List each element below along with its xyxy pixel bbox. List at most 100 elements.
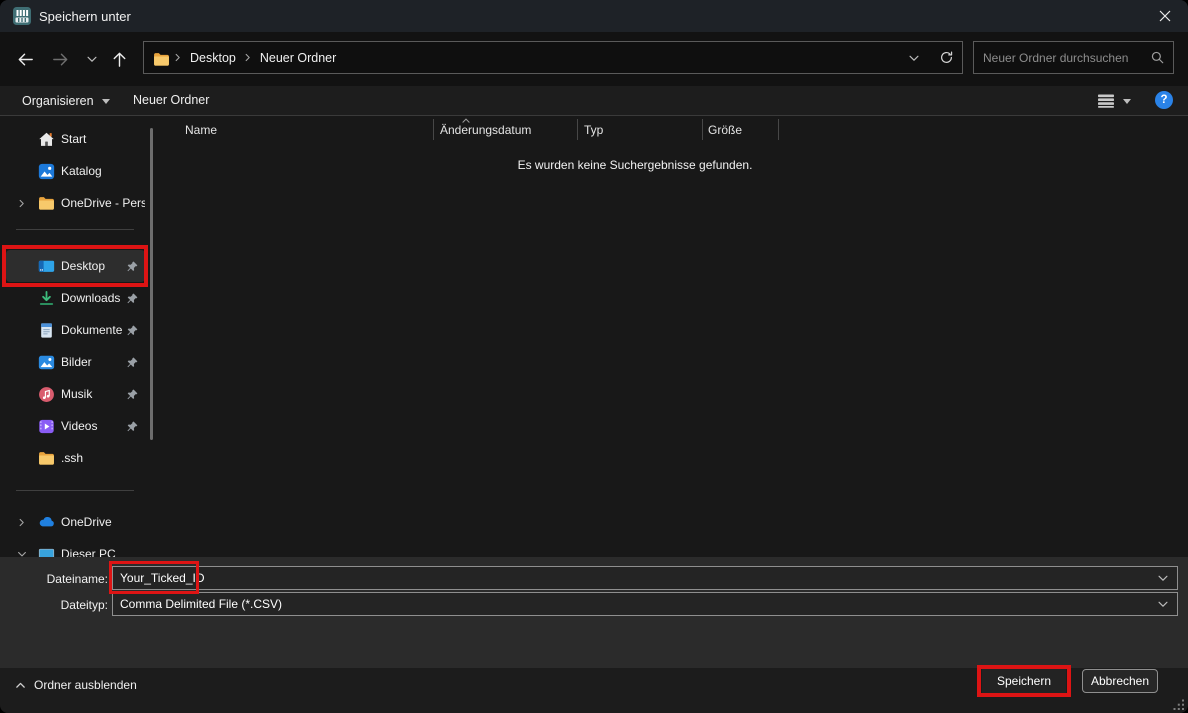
recent-locations-button[interactable] (81, 48, 103, 70)
column-header-name[interactable]: Name (185, 123, 217, 137)
chevron-down-icon[interactable] (1156, 571, 1170, 585)
chevron-spacer (16, 387, 38, 401)
details-view-icon (1096, 93, 1116, 109)
chevron-right-icon[interactable] (16, 515, 38, 529)
navigation-bar: Desktop Neuer Ordner Neuer Ordner durchs… (0, 32, 1188, 86)
forward-button[interactable] (49, 48, 71, 70)
sidebar-item-label: Musik (61, 387, 126, 401)
sidebar-item-label: Katalog (61, 164, 145, 178)
sidebar-item-label: Videos (61, 419, 126, 433)
file-form-panel: Dateiname: Your_Ticked_ID Dateityp: Comm… (0, 557, 1188, 668)
back-button[interactable] (14, 48, 36, 70)
chevron-down-icon[interactable] (907, 51, 921, 65)
pin-icon (126, 420, 139, 433)
search-input[interactable]: Neuer Ordner durchsuchen (973, 41, 1174, 74)
help-button[interactable]: ? (1155, 91, 1173, 109)
up-button[interactable] (108, 48, 130, 70)
column-separator[interactable] (702, 119, 703, 140)
sidebar-separator (16, 490, 134, 491)
sidebar-item-label: Bilder (61, 355, 126, 369)
sidebar-item-label: Start (61, 132, 145, 146)
sidebar-scrollbar[interactable] (150, 128, 153, 440)
sidebar-item-label: Dokumente (61, 323, 126, 337)
pin-icon (126, 356, 139, 369)
empty-results-message: Es wurden keine Suchergebnisse gefunden. (160, 158, 1110, 172)
breadcrumb-item-desktop[interactable]: Desktop (186, 51, 240, 65)
hide-folders-button[interactable]: Ordner ausblenden (14, 678, 137, 692)
file-list-header: Name Änderungsdatum Typ Größe (160, 116, 1188, 142)
sidebar-item-bilder[interactable]: Bilder (6, 346, 145, 378)
folder-icon (38, 450, 55, 467)
pin-icon (126, 292, 139, 305)
chevron-down-icon[interactable] (1156, 597, 1170, 611)
desktop-icon (38, 258, 55, 275)
chevron-right-icon[interactable] (242, 52, 254, 64)
sidebar: Start Katalog OneDrive - Persönlich Desktop… (0, 116, 148, 557)
close-icon (1159, 10, 1171, 22)
change-view-button[interactable] (1096, 90, 1131, 112)
resize-grip[interactable] (1173, 699, 1185, 711)
sidebar-item-desktop[interactable]: Desktop (6, 250, 145, 282)
pin-icon (126, 388, 139, 401)
save-button[interactable]: Speichern (982, 669, 1066, 693)
column-separator[interactable] (433, 119, 434, 140)
document-icon (38, 322, 55, 339)
sort-ascending-icon (460, 116, 472, 123)
sidebar-item-label: OneDrive - Persönlich (61, 196, 145, 210)
titlebar: Speichern unter (0, 0, 1188, 32)
sidebar-item-ssh[interactable]: .ssh (6, 442, 145, 474)
column-separator[interactable] (577, 119, 578, 140)
sidebar-separator (16, 229, 134, 230)
pc-icon (38, 546, 55, 558)
chevron-up-icon (14, 679, 27, 692)
save-as-dialog: Speichern unter Desktop Neuer Ordner (0, 0, 1188, 713)
chevron-down-icon (1123, 99, 1131, 104)
refresh-icon[interactable] (939, 50, 954, 65)
videos-icon (38, 418, 55, 435)
sidebar-item-musik[interactable]: Musik (6, 378, 145, 410)
chevron-down-icon (85, 52, 99, 66)
hide-folders-label: Ordner ausblenden (34, 678, 137, 692)
filetype-select[interactable]: Comma Delimited File (*.CSV) (112, 592, 1178, 616)
dialog-body: Start Katalog OneDrive - Persönlich Desktop… (0, 116, 1188, 557)
filetype-label: Dateityp: (0, 598, 108, 612)
forward-arrow-icon (51, 50, 70, 69)
search-placeholder: Neuer Ordner durchsuchen (974, 51, 1150, 65)
close-button[interactable] (1142, 0, 1188, 32)
search-icon (1150, 50, 1165, 65)
filename-value: Your_Ticked_ID (113, 571, 1156, 585)
sidebar-item-onedrive-pers-nlich[interactable]: OneDrive - Persönlich (6, 187, 145, 219)
sidebar-item-downloads[interactable]: Downloads (6, 282, 145, 314)
column-header-size[interactable]: Größe (708, 123, 742, 137)
sidebar-item-label: Desktop (61, 259, 126, 273)
filetype-value: Comma Delimited File (*.CSV) (113, 597, 1156, 611)
sidebar-item-dokumente[interactable]: Dokumente (6, 314, 145, 346)
cancel-button[interactable]: Abbrechen (1082, 669, 1158, 693)
filename-input[interactable]: Your_Ticked_ID (112, 566, 1178, 590)
chevron-spacer (16, 323, 38, 337)
toolbar: Organisieren Neuer Ordner ? (0, 86, 1188, 116)
column-separator[interactable] (778, 119, 779, 140)
folder-icon (153, 51, 170, 65)
sidebar-item-katalog[interactable]: Katalog (6, 155, 145, 187)
chevron-right-icon[interactable] (16, 196, 38, 210)
sidebar-item-onedrive[interactable]: OneDrive (6, 506, 145, 538)
column-header-date[interactable]: Änderungsdatum (440, 123, 531, 137)
chevron-right-icon[interactable] (172, 52, 184, 64)
chevron-spacer (16, 164, 38, 178)
breadcrumb[interactable]: Desktop Neuer Ordner (143, 41, 963, 74)
sidebar-item-label: Downloads (61, 291, 126, 305)
home-icon (38, 131, 55, 148)
sidebar-item-videos[interactable]: Videos (6, 410, 145, 442)
chevron-spacer (16, 419, 38, 433)
new-folder-button[interactable]: Neuer Ordner (133, 93, 209, 107)
column-header-type[interactable]: Typ (584, 123, 603, 137)
organize-button[interactable]: Organisieren (22, 91, 110, 111)
sidebar-item-dieser-pc[interactable]: Dieser PC (6, 538, 145, 557)
sidebar-item-start[interactable]: Start (6, 123, 145, 155)
filename-label: Dateiname: (0, 572, 108, 586)
chevron-down-icon[interactable] (16, 547, 38, 557)
chevron-spacer (16, 132, 38, 146)
organize-label: Organisieren (22, 94, 94, 108)
breadcrumb-item-neuer-ordner[interactable]: Neuer Ordner (256, 51, 340, 65)
